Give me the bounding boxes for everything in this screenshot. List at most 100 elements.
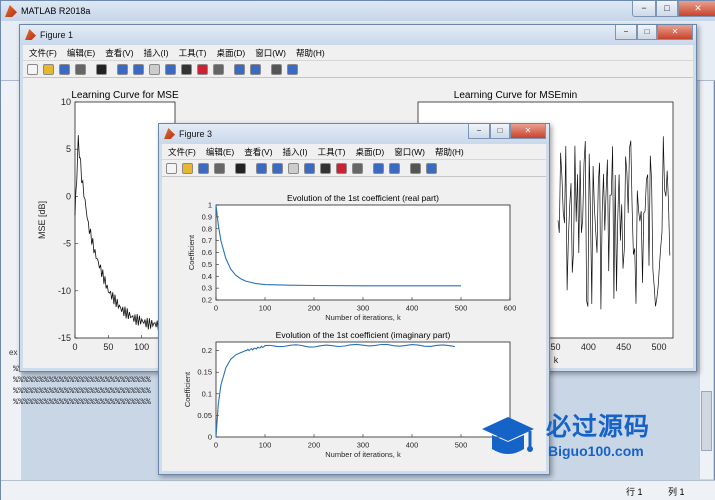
y-tick-label: 0.2 bbox=[202, 296, 212, 305]
menu-item-2[interactable]: 查看(V) bbox=[105, 47, 133, 59]
y-axis-label: Coefficient bbox=[183, 371, 192, 407]
minimize-button[interactable]: − bbox=[615, 25, 637, 40]
data-cursor-icon[interactable] bbox=[320, 163, 331, 174]
matlab-logo-icon bbox=[5, 5, 17, 17]
x-tick-label: 100 bbox=[134, 342, 149, 352]
open-file-icon[interactable] bbox=[182, 163, 193, 174]
zoom-out-icon[interactable] bbox=[133, 64, 144, 75]
show-plot-tools-icon[interactable] bbox=[287, 64, 298, 75]
maximize-button[interactable]: □ bbox=[637, 25, 657, 40]
hide-plot-tools-icon[interactable] bbox=[410, 163, 421, 174]
zoom-in-icon[interactable] bbox=[256, 163, 267, 174]
rotate-icon[interactable] bbox=[304, 163, 315, 174]
figure3-menubar: 文件(F) 编辑(E) 查看(V) 插入(I) 工具(T) 桌面(D) 窗口(W) 帮助(H) bbox=[162, 144, 546, 159]
minimize-button[interactable]: − bbox=[632, 1, 656, 17]
brush-icon[interactable] bbox=[197, 64, 208, 75]
pan-icon[interactable] bbox=[288, 163, 299, 174]
maximize-button[interactable]: □ bbox=[490, 124, 510, 139]
figure1-titlebar[interactable]: Figure 1 − □ ✕ bbox=[20, 25, 696, 45]
link-icon[interactable] bbox=[352, 163, 363, 174]
x-tick-label: 0 bbox=[214, 441, 218, 450]
menu-item-2[interactable]: 查看(V) bbox=[244, 146, 272, 158]
y-tick-label: 0.1 bbox=[202, 389, 212, 398]
menu-item-0[interactable]: 文件(F) bbox=[168, 146, 196, 158]
figure1-menubar: 文件(F) 编辑(E) 查看(V) 插入(I) 工具(T) 桌面(D) 窗口(W) 帮助(H) bbox=[23, 45, 693, 60]
menu-item-3[interactable]: 插入(I) bbox=[283, 146, 308, 158]
command-window-scrollbar[interactable] bbox=[699, 81, 713, 479]
close-button[interactable]: ✕ bbox=[678, 1, 715, 17]
zoom-in-icon[interactable] bbox=[117, 64, 128, 75]
x-tick-label: 0 bbox=[72, 342, 77, 352]
menu-item-1[interactable]: 编辑(E) bbox=[206, 146, 234, 158]
brush-icon[interactable] bbox=[336, 163, 347, 174]
x-tick-label: 400 bbox=[406, 304, 419, 313]
y-tick-label: 0.4 bbox=[202, 272, 212, 281]
maximize-button[interactable]: □ bbox=[656, 1, 678, 17]
status-col: 列 1 bbox=[668, 487, 685, 497]
new-figure-icon[interactable] bbox=[27, 64, 38, 75]
x-tick-label: 100 bbox=[259, 441, 272, 450]
hide-plot-tools-icon[interactable] bbox=[271, 64, 282, 75]
status-bar: 行 1 列 1 bbox=[1, 480, 715, 500]
menu-item-5[interactable]: 桌面(D) bbox=[355, 146, 384, 158]
scrollbar-thumb[interactable] bbox=[701, 391, 712, 451]
menu-item-4[interactable]: 工具(T) bbox=[179, 47, 207, 59]
y-tick-label: 5 bbox=[66, 144, 71, 154]
x-tick-label: 450 bbox=[616, 342, 631, 352]
y-tick-label: -15 bbox=[58, 333, 71, 343]
figure3-titlebar[interactable]: Figure 3 − □ ✕ bbox=[159, 124, 549, 144]
legend-icon[interactable] bbox=[389, 163, 400, 174]
colorbar-icon[interactable] bbox=[373, 163, 384, 174]
new-figure-icon[interactable] bbox=[166, 163, 177, 174]
y-tick-label: 0 bbox=[208, 433, 212, 442]
menu-item-6[interactable]: 窗口(W) bbox=[255, 47, 286, 59]
x-tick-label: 50 bbox=[103, 342, 113, 352]
console-line: %%%%%%%%%%%%%%%%%%%%%%%%%%% bbox=[13, 397, 151, 407]
link-icon[interactable] bbox=[213, 64, 224, 75]
select-arrow-icon[interactable] bbox=[96, 64, 107, 75]
graduation-cap-logo bbox=[482, 417, 534, 454]
status-row: 行 1 bbox=[626, 487, 643, 497]
menu-item-1[interactable]: 编辑(E) bbox=[67, 47, 95, 59]
pan-icon[interactable] bbox=[149, 64, 160, 75]
figure3-window-controls: − □ ✕ bbox=[468, 124, 546, 139]
menu-item-3[interactable]: 插入(I) bbox=[144, 47, 169, 59]
menu-item-5[interactable]: 桌面(D) bbox=[216, 47, 245, 59]
data-cursor-icon[interactable] bbox=[181, 64, 192, 75]
y-tick-label: 0.7 bbox=[202, 236, 212, 245]
menu-item-7[interactable]: 帮助(H) bbox=[435, 146, 464, 158]
chart-title: Evolution of the 1st coefficient (real p… bbox=[287, 193, 439, 203]
figure3-toolbar bbox=[162, 159, 546, 177]
figure3-title: Figure 3 bbox=[179, 129, 213, 139]
watermark-english: Biguo100.com bbox=[548, 443, 644, 459]
matlab-titlebar[interactable]: MATLAB R2018a − □ ✕ bbox=[1, 1, 715, 21]
save-icon[interactable] bbox=[59, 64, 70, 75]
menu-item-7[interactable]: 帮助(H) bbox=[296, 47, 325, 59]
y-tick-label: -5 bbox=[63, 239, 71, 249]
select-arrow-icon[interactable] bbox=[235, 163, 246, 174]
menu-item-6[interactable]: 窗口(W) bbox=[394, 146, 425, 158]
print-icon[interactable] bbox=[214, 163, 225, 174]
show-plot-tools-icon[interactable] bbox=[426, 163, 437, 174]
x-tick-label: 500 bbox=[455, 304, 468, 313]
close-button[interactable]: ✕ bbox=[657, 25, 693, 40]
menu-item-0[interactable]: 文件(F) bbox=[29, 47, 57, 59]
rotate-icon[interactable] bbox=[165, 64, 176, 75]
y-tick-label: 10 bbox=[61, 97, 71, 107]
x-tick-label: 600 bbox=[504, 304, 517, 313]
x-tick-label: 500 bbox=[455, 441, 468, 450]
legend-icon[interactable] bbox=[250, 64, 261, 75]
watermark: 必过源码 Biguo100.com bbox=[478, 405, 688, 465]
imaginary-part-coefficient-axes: 01002003004005006000.20.150.10.050Evolut… bbox=[183, 330, 516, 459]
close-button[interactable]: ✕ bbox=[510, 124, 546, 139]
save-icon[interactable] bbox=[198, 163, 209, 174]
zoom-out-icon[interactable] bbox=[272, 163, 283, 174]
minimize-button[interactable]: − bbox=[468, 124, 490, 139]
matlab-left-panel bbox=[1, 81, 21, 496]
y-tick-label: 0.2 bbox=[202, 346, 212, 355]
y-tick-label: 0.9 bbox=[202, 212, 212, 221]
open-file-icon[interactable] bbox=[43, 64, 54, 75]
colorbar-icon[interactable] bbox=[234, 64, 245, 75]
menu-item-4[interactable]: 工具(T) bbox=[318, 146, 346, 158]
print-icon[interactable] bbox=[75, 64, 86, 75]
